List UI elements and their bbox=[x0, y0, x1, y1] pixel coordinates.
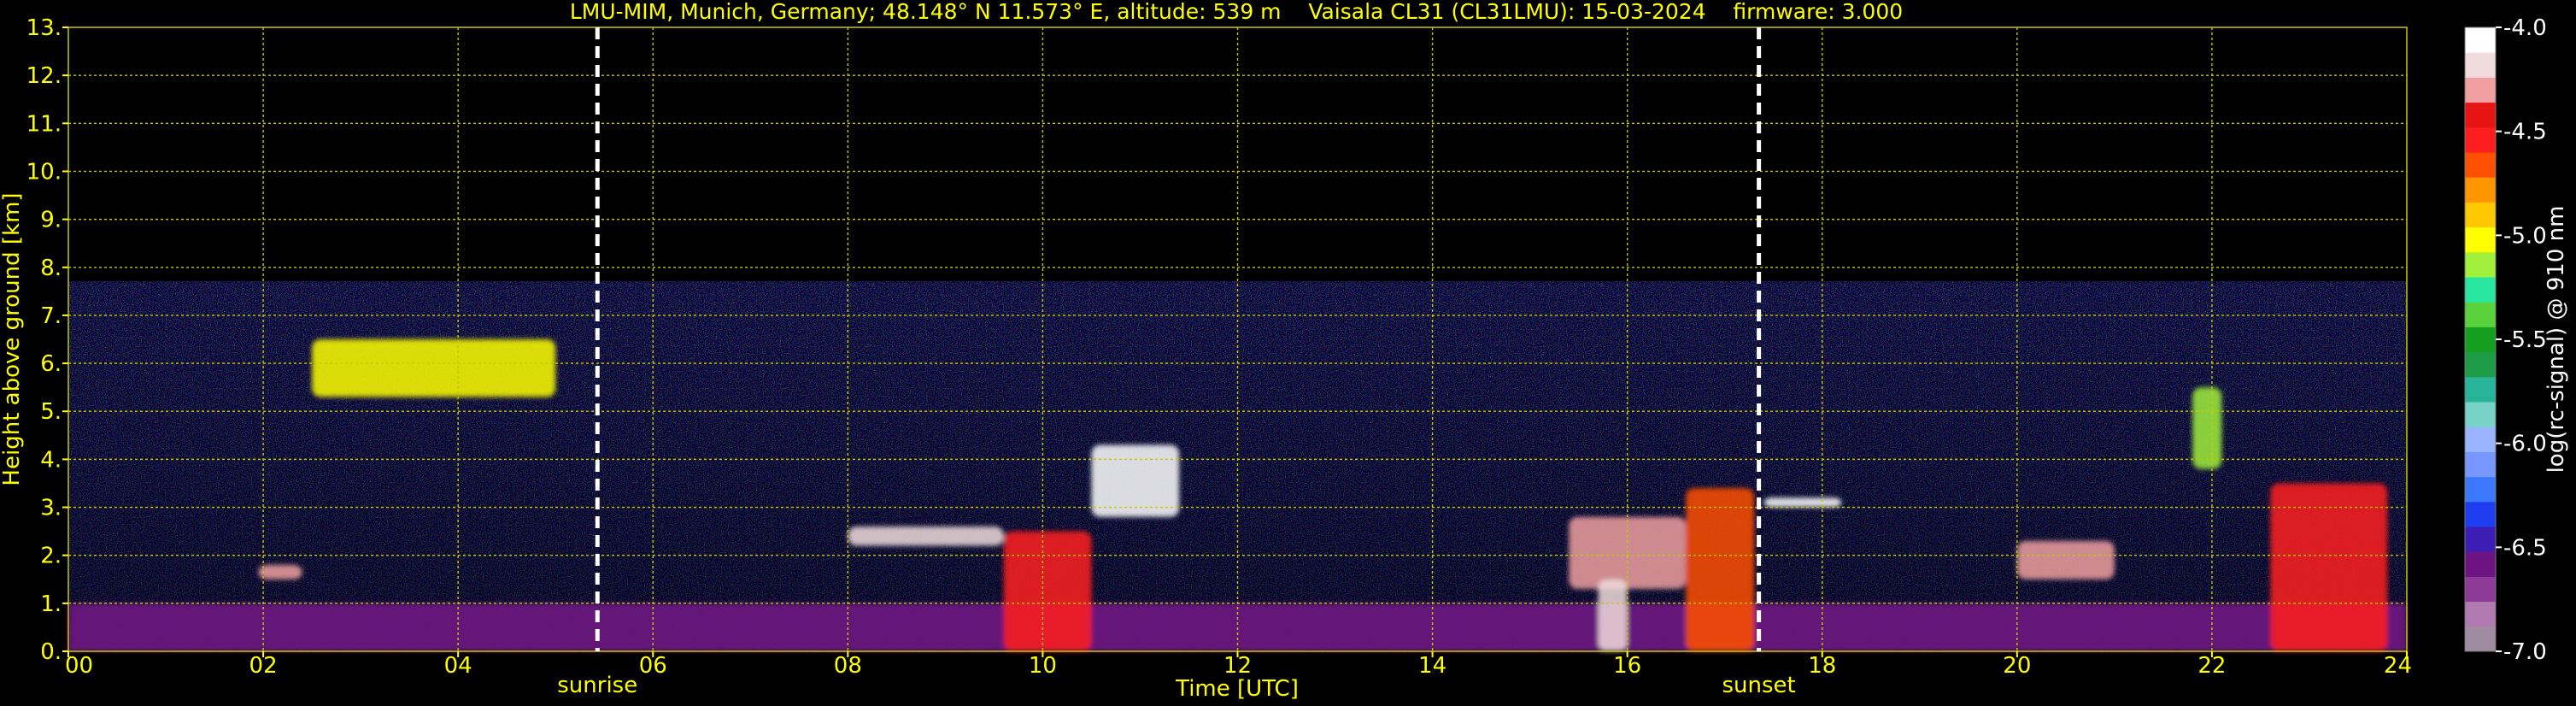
x-tick-label: 20 bbox=[2003, 653, 2031, 679]
y-tick-label: 12. bbox=[26, 63, 62, 89]
colorbar-swatch bbox=[2465, 202, 2496, 228]
colorbar-swatch bbox=[2465, 402, 2496, 427]
colorbar-swatch bbox=[2465, 177, 2496, 203]
x-tick-label: 04 bbox=[444, 653, 472, 679]
x-tick-label: 16 bbox=[1613, 653, 1641, 679]
colorbar-swatch bbox=[2465, 351, 2496, 378]
feature-convection-8 bbox=[1686, 488, 1754, 651]
x-tick-label: 00 bbox=[65, 653, 93, 679]
x-tick-label: 14 bbox=[1418, 653, 1446, 679]
colorbar-swatch bbox=[2465, 327, 2496, 353]
x-tick-label: 22 bbox=[2198, 653, 2226, 679]
colorbar-label: log(rc-signal) @ 910 nm bbox=[2544, 206, 2569, 474]
colorbar-swatch bbox=[2465, 302, 2496, 327]
y-tick-label: 9. bbox=[40, 208, 62, 233]
colorbar-swatch bbox=[2465, 152, 2496, 178]
colorbar-tick-label: -4.0 bbox=[2503, 15, 2547, 41]
colorbar-swatch bbox=[2465, 551, 2496, 577]
feature-convection-11 bbox=[2270, 483, 2388, 651]
feature-convection-5 bbox=[1003, 531, 1092, 651]
y-tick-label: 3. bbox=[40, 496, 62, 521]
colorbar-swatch bbox=[2465, 501, 2496, 527]
colorbar-swatch bbox=[2465, 427, 2496, 452]
x-tick-label: 12 bbox=[1223, 653, 1252, 679]
colorbar-tick-label: -5.5 bbox=[2503, 327, 2547, 353]
y-axis: 0. 1. 2. 3. 4. 5. 6. 7. 8. 9. 10. 11. 12. 13. bbox=[26, 15, 68, 665]
x-tick-label: 10 bbox=[1029, 653, 1057, 679]
colorbar: -4.0 -4.5 -5.0 -5.5 -6.0 -6.5 -7.0 bbox=[2464, 15, 2547, 665]
colorbar-swatch bbox=[2465, 451, 2496, 478]
y-tick-label: 10. bbox=[26, 159, 62, 185]
colorbar-swatch bbox=[2465, 576, 2496, 603]
colorbar-swatch bbox=[2465, 527, 2496, 552]
feature-cloud-4 bbox=[1091, 444, 1180, 517]
y-tick-label: 6. bbox=[40, 351, 62, 377]
x-axis-label: Time [UTC] bbox=[1175, 676, 1299, 702]
colorbar-swatch bbox=[2465, 626, 2496, 652]
x-tick-label: 08 bbox=[834, 653, 862, 679]
colorbar-tick-label: -5.0 bbox=[2503, 223, 2547, 249]
y-tick-label: 4. bbox=[40, 447, 62, 473]
feature-cloud-2 bbox=[258, 564, 302, 580]
feature-cloud-10 bbox=[2192, 387, 2222, 469]
x-axis: 00 02 04 06 08 10 12 14 16 18 20 22 24 bbox=[65, 651, 2412, 679]
colorbar-swatch bbox=[2465, 476, 2496, 503]
y-tick-label: 8. bbox=[40, 256, 62, 281]
y-tick-label: 0. bbox=[40, 639, 62, 665]
colorbar-tick-label: -7.0 bbox=[2503, 639, 2547, 665]
colorbar-swatch bbox=[2465, 601, 2496, 627]
y-tick-label: 13. bbox=[26, 15, 62, 41]
colorbar-swatch bbox=[2465, 126, 2496, 153]
y-tick-label: 7. bbox=[40, 303, 62, 329]
colorbar-swatch bbox=[2465, 227, 2496, 253]
colorbar-swatch bbox=[2465, 277, 2496, 303]
y-tick-label: 11. bbox=[26, 111, 62, 137]
y-tick-label: 2. bbox=[40, 544, 62, 569]
feature-cloud-9 bbox=[1763, 497, 1842, 508]
x-tick-label: 06 bbox=[639, 653, 667, 679]
colorbar-tick-label: -4.5 bbox=[2503, 120, 2547, 145]
colorbar-tick-label: -6.0 bbox=[2503, 432, 2547, 457]
feature-convection-7 bbox=[1598, 579, 1628, 651]
event-label-sunset: sunset bbox=[1722, 673, 1795, 698]
feature-cloud-3 bbox=[848, 527, 1004, 546]
colorbar-swatch bbox=[2465, 77, 2496, 103]
feature-cloud-12 bbox=[2016, 540, 2115, 580]
ceilometer-figure: sunrise sunset 00 02 04 06 08 10 12 14 16 18 20 22 24… bbox=[0, 0, 2576, 706]
colorbar-swatch bbox=[2465, 27, 2496, 53]
x-tick-label: 24 bbox=[2384, 653, 2412, 679]
x-tick-label: 18 bbox=[1808, 653, 1836, 679]
colorbar-swatch bbox=[2465, 52, 2496, 78]
x-tick-label: 02 bbox=[249, 653, 278, 679]
colorbar-swatch bbox=[2465, 102, 2496, 128]
chart-title: LMU-MIM, Munich, Germany; 48.148° N 11.5… bbox=[570, 0, 1903, 24]
event-label-sunrise: sunrise bbox=[557, 673, 637, 698]
colorbar-swatch bbox=[2465, 376, 2496, 403]
feature-cloud-1 bbox=[312, 339, 556, 397]
y-axis-label: Height above ground [km] bbox=[0, 192, 25, 485]
colorbar-swatch bbox=[2465, 251, 2496, 278]
y-tick-label: 5. bbox=[40, 399, 62, 425]
chart-svg: sunrise sunset 00 02 04 06 08 10 12 14 16 18 20 22 24… bbox=[0, 0, 2569, 702]
colorbar-tick-label: -6.5 bbox=[2503, 535, 2547, 561]
y-tick-label: 1. bbox=[40, 591, 62, 617]
